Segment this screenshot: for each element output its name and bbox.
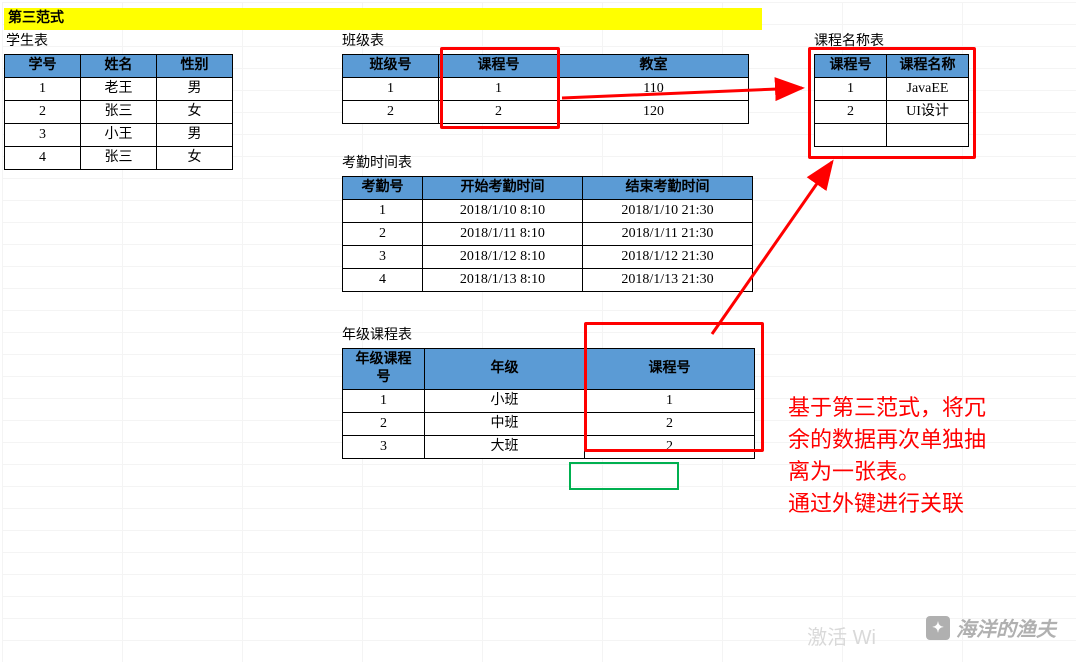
th-course-id: 课程号 bbox=[815, 55, 887, 78]
th-student-id: 学号 bbox=[5, 55, 81, 78]
th-gc-courseid: 课程号 bbox=[585, 349, 755, 390]
anno-line-2: 余的数据再次单独抽 bbox=[788, 424, 986, 456]
windows-activation-hint: 激活 Wi bbox=[807, 621, 876, 650]
cell: 2018/1/10 8:10 bbox=[423, 200, 583, 223]
class-table: 班级号 课程号 教室 11110 22120 bbox=[342, 54, 749, 124]
cell bbox=[815, 124, 887, 147]
th-class-id: 班级号 bbox=[343, 55, 439, 78]
attendance-table: 考勤号 开始考勤时间 结束考勤时间 12018/1/10 8:102018/1/… bbox=[342, 176, 753, 292]
watermark: ✦ 海洋的渔夫 bbox=[926, 613, 1056, 642]
course-caption: 课程名称表 bbox=[814, 32, 884, 52]
student-table: 学号 姓名 性别 1老王男 2张三女 3小王男 4张三女 bbox=[4, 54, 233, 170]
cell: 2018/1/12 8:10 bbox=[423, 246, 583, 269]
cell: 2 bbox=[585, 436, 755, 459]
cell-selection bbox=[569, 462, 679, 490]
cell: 4 bbox=[343, 269, 423, 292]
cell: 3 bbox=[343, 246, 423, 269]
cell: 1 bbox=[343, 200, 423, 223]
th-course-name: 课程名称 bbox=[887, 55, 969, 78]
cell: 张三 bbox=[81, 147, 157, 170]
cell: 2 bbox=[343, 223, 423, 246]
cell: JavaEE bbox=[887, 78, 969, 101]
anno-line-3: 离为一张表。 bbox=[788, 456, 986, 488]
cell: 1 bbox=[439, 78, 559, 101]
title-bar: 第三范式 bbox=[4, 8, 762, 30]
cell: 2 bbox=[439, 101, 559, 124]
spreadsheet-area: 第三范式 学生表 学号 姓名 性别 1老王男 2张三女 3小王男 4张三女 班级… bbox=[2, 2, 1076, 662]
cell: 2018/1/13 8:10 bbox=[423, 269, 583, 292]
watermark-text: 海洋的渔夫 bbox=[956, 613, 1056, 642]
wechat-icon: ✦ bbox=[926, 616, 950, 640]
cell: 110 bbox=[559, 78, 749, 101]
cell: 1 bbox=[5, 78, 81, 101]
cell: 2 bbox=[343, 413, 425, 436]
cell: 2018/1/11 21:30 bbox=[583, 223, 753, 246]
cell: 女 bbox=[157, 101, 233, 124]
th-gc-grade: 年级 bbox=[425, 349, 585, 390]
cell: 2 bbox=[5, 101, 81, 124]
th-gc-id: 年级课程号 bbox=[343, 349, 425, 390]
cell: 2018/1/11 8:10 bbox=[423, 223, 583, 246]
cell: 女 bbox=[157, 147, 233, 170]
cell: 2018/1/12 21:30 bbox=[583, 246, 753, 269]
cell bbox=[887, 124, 969, 147]
th-class-room: 教室 bbox=[559, 55, 749, 78]
cell: 大班 bbox=[425, 436, 585, 459]
cell: 1 bbox=[343, 78, 439, 101]
cell: 1 bbox=[343, 390, 425, 413]
cell: 2018/1/13 21:30 bbox=[583, 269, 753, 292]
annotation-text: 基于第三范式，将冗 余的数据再次单独抽 离为一张表。 通过外键进行关联 bbox=[788, 392, 986, 520]
cell: 4 bbox=[5, 147, 81, 170]
cell: 120 bbox=[559, 101, 749, 124]
cell: 1 bbox=[815, 78, 887, 101]
th-student-name: 姓名 bbox=[81, 55, 157, 78]
cell: 男 bbox=[157, 78, 233, 101]
th-student-gender: 性别 bbox=[157, 55, 233, 78]
cell: 中班 bbox=[425, 413, 585, 436]
th-att-id: 考勤号 bbox=[343, 177, 423, 200]
th-att-end: 结束考勤时间 bbox=[583, 177, 753, 200]
gradecourse-table: 年级课程号 年级 课程号 1小班1 2中班2 3大班2 bbox=[342, 348, 755, 459]
cell: 2 bbox=[343, 101, 439, 124]
cell: 小王 bbox=[81, 124, 157, 147]
anno-line-4: 通过外键进行关联 bbox=[788, 488, 986, 520]
cell: 2 bbox=[815, 101, 887, 124]
class-caption: 班级表 bbox=[342, 32, 384, 52]
th-att-start: 开始考勤时间 bbox=[423, 177, 583, 200]
student-caption: 学生表 bbox=[6, 32, 48, 52]
cell: 2018/1/10 21:30 bbox=[583, 200, 753, 223]
cell: 1 bbox=[585, 390, 755, 413]
th-class-courseid: 课程号 bbox=[439, 55, 559, 78]
cell: 3 bbox=[5, 124, 81, 147]
cell: 老王 bbox=[81, 78, 157, 101]
cell: 小班 bbox=[425, 390, 585, 413]
anno-line-1: 基于第三范式，将冗 bbox=[788, 392, 986, 424]
cell: 男 bbox=[157, 124, 233, 147]
cell: 张三 bbox=[81, 101, 157, 124]
cell: UI设计 bbox=[887, 101, 969, 124]
gradecourse-caption: 年级课程表 bbox=[342, 326, 412, 346]
cell: 2 bbox=[585, 413, 755, 436]
course-table: 课程号 课程名称 1JavaEE 2UI设计 bbox=[814, 54, 969, 147]
attendance-caption: 考勤时间表 bbox=[342, 154, 412, 174]
cell: 3 bbox=[343, 436, 425, 459]
